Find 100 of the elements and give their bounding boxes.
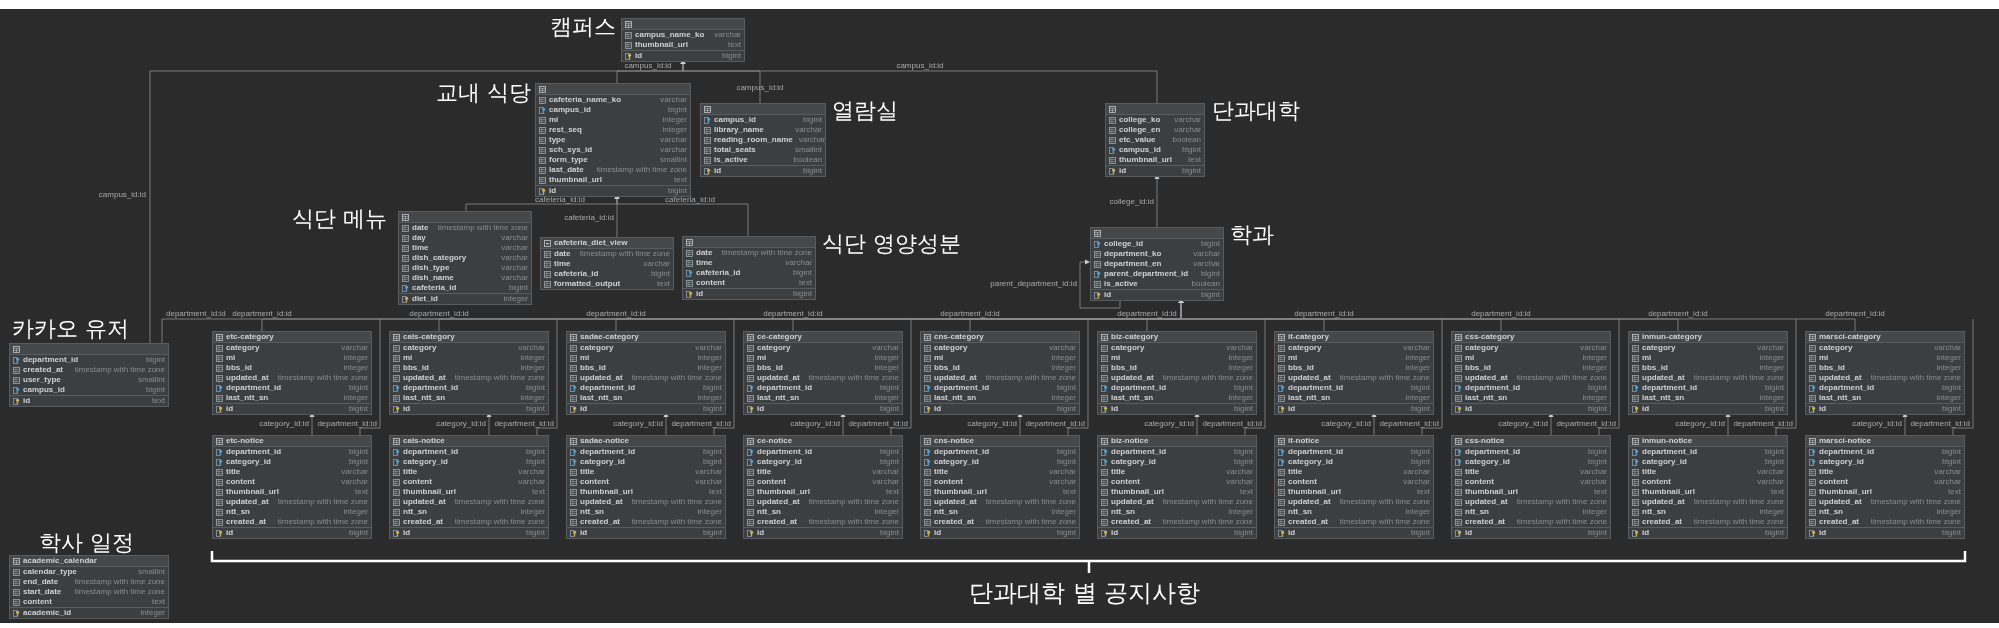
column-name: mi (934, 353, 944, 363)
table-card[interactable]: cns-notice department_id bigint category_id bigint title varchar content varchar thumbnail_url text updated_at timestamp with time zone ntt_sn integer created_at timestamp with time zone id bigint (920, 435, 1080, 539)
column-icon (1455, 364, 1462, 372)
table-card[interactable]: css-category category varchar mi integer bbs_id integer updated_at timestamp with time zone department_id bigint last_ntt_sn integer id bigint (1451, 331, 1611, 415)
table-card[interactable]: sadae-category category varchar mi integer bbs_id integer updated_at timestamp with time zone department_id bigint last_ntt_sn integer id bigint (566, 331, 726, 415)
table-card[interactable]: marsci-notice department_id bigint category_id bigint title varchar content varchar thumbnail_url text updated_at timestamp with time zone ntt_sn integer created_at timestamp with time zone id bigint (1805, 435, 1965, 539)
table-title: marsci-category (1819, 332, 1881, 342)
table-card[interactable]: campus_id bigint library_name varchar reading_room_name varchar total_seats smallint is_active boolean id bigint (700, 103, 826, 177)
column-icon (1109, 126, 1116, 134)
column-type: varchar (1048, 467, 1076, 477)
key-icon (1632, 529, 1639, 537)
relation-label: department_id:id (848, 419, 908, 428)
column-name: content (23, 597, 52, 607)
column-name: etc_value (1119, 135, 1156, 145)
column-type: timestamp with time zone (1338, 497, 1430, 507)
column-icon (1455, 344, 1462, 352)
column-icon (1455, 518, 1462, 526)
table-card[interactable]: inmun-notice department_id bigint category_id bigint title varchar content varchar thumbnail_url text updated_at timestamp with time zone ntt_sn integer created_at timestamp with time zone id bigint (1628, 435, 1788, 539)
table-card[interactable]: cns-category category varchar mi integer bbs_id integer updated_at timestamp with time zone department_id bigint last_ntt_sn integer id bigint (920, 331, 1080, 415)
column-type: varchar (1225, 343, 1253, 353)
table-card[interactable]: cals-category category varchar mi integer bbs_id integer updated_at timestamp with time zone department_id bigint last_ntt_sn integer id bigint (389, 331, 549, 415)
diagram-annotation: 캠퍼스 (550, 16, 616, 38)
column-icon (1809, 498, 1816, 506)
table-card[interactable]: ce-category category varchar mi integer bbs_id integer updated_at timestamp with time zone department_id bigint last_ntt_sn integer id bigint (743, 331, 903, 415)
column-icon (570, 498, 577, 506)
connector-arrow (1154, 174, 1160, 228)
column-type: bigint (720, 51, 741, 61)
column-type: bigint (666, 186, 687, 196)
column-icon (1109, 156, 1116, 164)
table-card[interactable]: college_id bigint department_ko varchar department_en varchar parent_department_id bigint is_active boolean id bigint (1090, 227, 1224, 301)
column-name: department_id (757, 383, 813, 393)
table-card[interactable]: academic_calendar calendar_type smallint end_date timestamp with time zone start_date timestamp with time zone content text academic_id integer (9, 555, 169, 619)
column-type: integer (696, 353, 722, 363)
table-card[interactable]: biz-category category varchar mi integer bbs_id integer updated_at timestamp with time zone department_id bigint last_ntt_sn integer id bigint (1097, 331, 1257, 415)
column-name: id (1819, 528, 1827, 538)
column-name: id (1642, 528, 1650, 538)
view-icon (544, 239, 551, 247)
foreign-key-icon (1632, 458, 1639, 466)
table-title: cns-category (934, 332, 984, 342)
table-card[interactable]: cafeteria_diet_view date timestamp with time zone time varchar cafeteria_id bigint formatted_output text (540, 237, 674, 290)
table-card[interactable]: college_ko varchar college_en varchar etc_value boolean campus_id bigint thumbnail_url text id bigint (1105, 103, 1205, 177)
column-icon (393, 374, 400, 382)
foreign-key-icon (393, 458, 400, 466)
column-type: boolean (1171, 135, 1201, 145)
column-name: bbs_id (757, 363, 783, 373)
diagram-annotation: 열람실 (832, 100, 898, 122)
table-card[interactable]: cafeteria_name_ko varchar campus_id bigint mi integer rest_seq integer type varchar sch_sys_id varchar form_type smallint last_date timestamp with time zone thumbnail_url text id bigint (535, 83, 691, 197)
table-icon (686, 238, 693, 246)
column-type: bigint (1586, 383, 1607, 393)
column-icon (216, 364, 223, 372)
column-icon (393, 508, 400, 516)
column-type: bigint (1763, 404, 1784, 414)
table-card[interactable]: campus_name_ko varchar thumbnail_url text id bigint (621, 18, 745, 62)
table-card[interactable]: ce-notice department_id bigint category_id bigint title varchar content varchar thumbnail_url text updated_at timestamp with time zone ntt_sn integer created_at timestamp with time zone id bigint (743, 435, 903, 539)
table-card[interactable]: etc-notice department_id bigint category_id bigint title varchar content varchar thumbnail_url text updated_at timestamp with time zone ntt_sn integer created_at timestamp with time zone id bigint (212, 435, 372, 539)
column-icon (216, 374, 223, 382)
column-icon (1809, 468, 1816, 476)
table-card[interactable]: cals-notice department_id bigint category_id bigint title varchar content varchar thumbnail_url text updated_at timestamp with time zone ntt_sn integer created_at timestamp with time zone id bigint (389, 435, 549, 539)
table-icon (1101, 333, 1108, 341)
column-name: college_ko (1119, 115, 1161, 125)
column-name: ntt_sn (1288, 507, 1312, 517)
column-name: category_id (1642, 457, 1687, 467)
table-card[interactable]: date timestamp with time zone time varchar cafeteria_id bigint content text id bigint (682, 236, 816, 300)
column-icon (1101, 374, 1108, 382)
column-icon (216, 488, 223, 496)
column-type: varchar (659, 95, 687, 105)
table-card[interactable]: it-category category varchar mi integer bbs_id integer updated_at timestamp with time zone department_id bigint last_ntt_sn integer id bigint (1274, 331, 1434, 415)
table-card[interactable]: sadae-notice department_id bigint category_id bigint title varchar content varchar thumbnail_url text updated_at timestamp with time zone ntt_sn integer created_at timestamp with time zone id bigint (566, 435, 726, 539)
column-icon (686, 259, 693, 267)
column-icon (1632, 498, 1639, 506)
column-icon (1632, 508, 1639, 516)
column-name: date (696, 248, 713, 258)
table-card[interactable]: department_id bigint created_at timestamp with time zone user_type smallint campus_id bigint id text (9, 343, 169, 407)
column-name: id (549, 186, 557, 196)
connector-arrow (1548, 412, 1554, 436)
column-name: ntt_sn (1642, 507, 1666, 517)
column-type: timestamp with time zone (453, 373, 545, 383)
column-icon (570, 508, 577, 516)
column-name: department_id (1465, 447, 1521, 457)
column-type: bigint (1232, 528, 1253, 538)
column-name: id (226, 528, 234, 538)
table-card[interactable]: css-notice department_id bigint category_id bigint title varchar content varchar thumbnail_url text updated_at timestamp with time zone ntt_sn integer created_at timestamp with time zone id bigint (1451, 435, 1611, 539)
column-icon (1809, 488, 1816, 496)
connector-arrow (309, 412, 315, 436)
table-card[interactable]: inmun-category category varchar mi integer bbs_id integer updated_at timestamp with time zone department_id bigint last_ntt_sn integer id bigint (1628, 331, 1788, 415)
column-name: campus_id (714, 115, 756, 125)
connector-arrow (1194, 412, 1200, 436)
table-card[interactable]: it-notice department_id bigint category_id bigint title varchar content varchar thumbnail_url text updated_at timestamp with time zone ntt_sn integer created_at timestamp with time zone id bigint (1274, 435, 1434, 539)
column-name: department_id (226, 383, 282, 393)
column-icon (1278, 508, 1285, 516)
column-type: bigint (524, 404, 545, 414)
table-card[interactable]: date timestamp with time zone day varchar time varchar dish_category varchar dish_type varchar dish_name varchar cafeteria_id bigint diet_id integer (398, 211, 532, 305)
column-name: title (934, 467, 949, 477)
table-title: biz-notice (1111, 436, 1149, 446)
table-card[interactable]: etc-category category varchar mi integer bbs_id integer updated_at timestamp with time zone department_id bigint last_ntt_sn integer id bigint (212, 331, 372, 415)
column-type: bigint (701, 404, 722, 414)
column-icon (1455, 488, 1462, 496)
table-card[interactable]: biz-notice department_id bigint category_id bigint title varchar content varchar thumbnail_url text updated_at timestamp with time zone ntt_sn integer created_at timestamp with time zone id bigint (1097, 435, 1257, 539)
column-icon (393, 394, 400, 402)
table-card[interactable]: marsci-category category varchar mi integer bbs_id integer updated_at timestamp with time zone department_id bigint last_ntt_sn integer id bigint (1805, 331, 1965, 415)
